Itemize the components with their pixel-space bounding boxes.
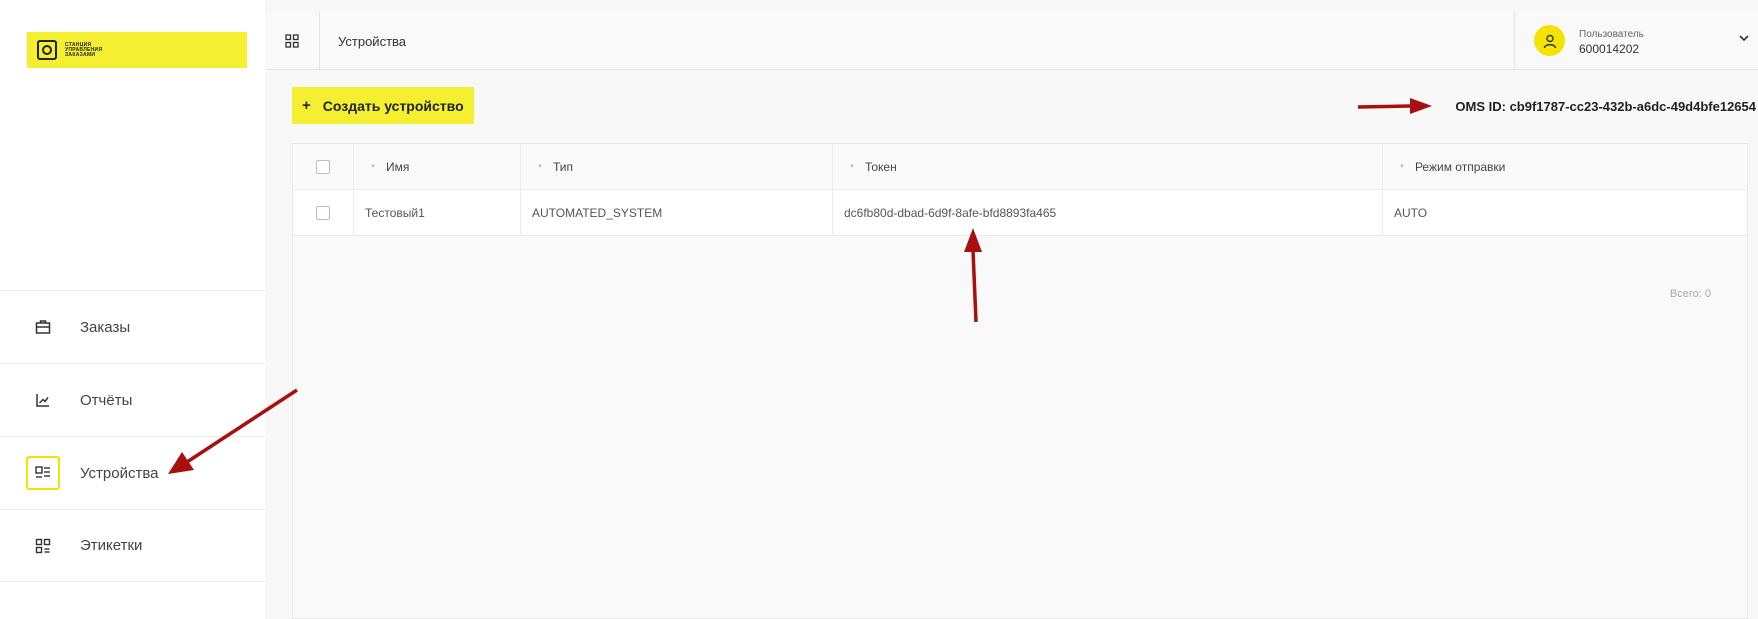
column-header-type[interactable]: ▼ Тип (521, 144, 833, 190)
avatar (1534, 25, 1565, 56)
devices-icon (26, 456, 60, 490)
oms-id: OMS ID: cb9f1787-cc23-432b-a6dc-49d4bfe1… (1455, 99, 1756, 114)
sidebar-item-labels[interactable]: Этикетки (0, 509, 265, 582)
labels-icon (26, 529, 60, 563)
sidebar-item-reports[interactable]: Отчёты (0, 363, 265, 436)
sort-icon: ▼ (1399, 164, 1405, 170)
chevron-down-icon[interactable] (1738, 32, 1750, 44)
select-all-cell (293, 144, 354, 190)
sort-icon: ▼ (849, 164, 855, 170)
cell-type: AUTOMATED_SYSTEM (521, 190, 833, 236)
plus-icon: + (302, 97, 311, 114)
total-count: Всего: 0 (1669, 288, 1711, 300)
user-icon (1543, 34, 1556, 48)
app-logo[interactable]: СТАНЦИЯ УПРАВЛЕНИЯ ЗАКАЗАМИ (27, 32, 247, 68)
topbar: Устройства Пользователь 600014202 (265, 12, 1758, 70)
row-select-cell (293, 190, 354, 236)
sidebar: СТАНЦИЯ УПРАВЛЕНИЯ ЗАКАЗАМИ Заказы Отчёт… (0, 0, 265, 619)
user-id: 600014202 (1579, 42, 1640, 56)
sort-icon: ▼ (370, 164, 376, 170)
devices-table: ▼ Имя ▼ Тип ▼ Токен ▼ Режим отправки Тес… (292, 143, 1748, 619)
cell-token: dc6fb80d-dbad-6d9f-8afe-bfd8893fa465 (833, 190, 1383, 236)
sidebar-item-devices[interactable]: Устройства (0, 436, 265, 509)
briefcase-icon (26, 310, 60, 344)
sidebar-item-label: Этикетки (80, 537, 143, 554)
page-title: Устройства (338, 34, 407, 49)
apps-grid-button[interactable] (265, 12, 320, 70)
create-device-label: Создать устройство (322, 97, 464, 114)
sidebar-item-label: Устройства (80, 464, 159, 482)
cell-mode: AUTO (1394, 206, 1428, 220)
user-menu[interactable]: Пользователь 600014202 (1514, 12, 1758, 70)
column-header-name[interactable]: ▼ Имя (354, 144, 521, 190)
sidebar-nav: Заказы Отчёты Устройства Этикетки (0, 290, 265, 582)
logo-icon (37, 40, 57, 60)
grid-icon (285, 34, 299, 48)
sort-icon: ▼ (537, 164, 543, 170)
user-role: Пользователь (1579, 29, 1644, 40)
cell-name: Тестовый1 (354, 190, 521, 236)
table-header-row: ▼ Имя ▼ Тип ▼ Токен ▼ Режим отправки (293, 144, 1747, 190)
main-content: Устройства Пользователь 600014202 + Созд… (265, 0, 1758, 619)
chart-icon (26, 383, 60, 417)
sidebar-item-label: Отчёты (80, 391, 133, 409)
select-all-checkbox[interactable] (316, 160, 330, 174)
sidebar-item-orders[interactable]: Заказы (0, 290, 265, 363)
column-header-mode[interactable]: ▼ Режим отправки (1383, 144, 1747, 190)
column-header-token[interactable]: ▼ Токен (833, 144, 1383, 190)
sidebar-item-label: Заказы (80, 318, 131, 336)
table-row[interactable]: Тестовый1 AUTOMATED_SYSTEM dc6fb80d-dbad… (293, 190, 1747, 236)
create-device-button[interactable]: + Создать устройство (292, 87, 474, 124)
logo-text: СТАНЦИЯ УПРАВЛЕНИЯ ЗАКАЗАМИ (65, 41, 103, 58)
row-checkbox[interactable] (316, 206, 330, 220)
